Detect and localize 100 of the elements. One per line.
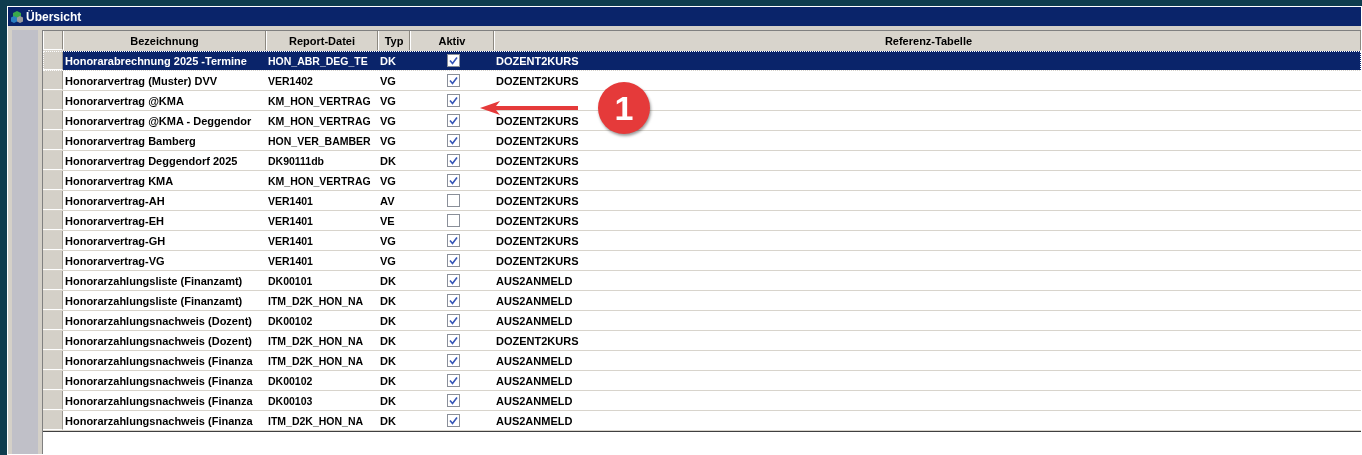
- table-cell: DOZENT2KURS: [496, 114, 579, 127]
- row-selector[interactable]: [43, 211, 63, 230]
- table-cell: Honorarvertrag-GH: [65, 234, 166, 247]
- table-cell: KM_HON_VERTRAG: [268, 94, 371, 107]
- table-cell: Honorarzahlungsnachweis (Finanza: [65, 394, 253, 407]
- checked-checkbox[interactable]: [446, 294, 460, 307]
- row-selector[interactable]: [43, 251, 63, 270]
- table-cell: ITM_D2K_HON_NA: [268, 334, 364, 347]
- table-cell: Honorarzahlungsnachweis (Dozent): [65, 334, 253, 347]
- checked-checkbox[interactable]: [446, 314, 460, 327]
- checked-checkbox[interactable]: [446, 274, 460, 287]
- table-cell: Honorarvertrag-AH: [65, 194, 165, 207]
- checked-checkbox[interactable]: [446, 54, 460, 67]
- row-selector[interactable]: [43, 171, 63, 190]
- table-cell: AUS2ANMELD: [496, 414, 573, 427]
- table-cell: DK: [380, 274, 396, 287]
- checked-checkbox[interactable]: [446, 114, 460, 127]
- checked-checkbox[interactable]: [446, 234, 460, 247]
- table-cell: DK: [380, 394, 396, 407]
- table-cell: ITM_D2K_HON_NA: [268, 414, 364, 427]
- row-selector[interactable]: [43, 371, 63, 390]
- column-header[interactable]: Typ: [378, 31, 410, 50]
- column-header[interactable]: Bezeichnung: [63, 31, 266, 50]
- table-cell: Honorarvertrag Bamberg: [65, 134, 196, 147]
- checked-checkbox[interactable]: [446, 154, 460, 167]
- table-cell: DOZENT2KURS: [496, 214, 579, 227]
- table-cell: DK: [380, 414, 396, 427]
- table-cell: AV: [380, 194, 395, 207]
- checked-checkbox[interactable]: [446, 394, 460, 407]
- table-cell: DOZENT2KURS: [496, 74, 579, 87]
- table-cell: VER1402: [268, 74, 313, 87]
- row-selector[interactable]: [43, 271, 63, 290]
- table-cell: DK90111db: [268, 154, 325, 167]
- table-cell: DOZENT2KURS: [496, 234, 579, 247]
- row-selector[interactable]: [43, 71, 63, 90]
- table-cell: Honorarvertrag KMA: [65, 174, 174, 187]
- table-cell: AUS2ANMELD: [496, 374, 573, 387]
- checked-checkbox[interactable]: [446, 334, 460, 347]
- table-cell: DK00101: [268, 274, 313, 287]
- table-cell: Honorarvertrag-EH: [65, 214, 165, 227]
- table-cell: AUS2ANMELD: [496, 314, 573, 327]
- table-cell: VG: [380, 114, 396, 127]
- column-header[interactable]: Referenz-Tabelle: [494, 31, 1361, 50]
- table-cell: VG: [380, 134, 396, 147]
- table-cell: Honorarvertrag @KMA: [65, 94, 184, 107]
- table-cell: DOZENT2KURS: [496, 154, 579, 167]
- table-cell: VG: [380, 254, 396, 267]
- table-cell: AUS2ANMELD: [496, 394, 573, 407]
- table-cell: DK: [380, 334, 396, 347]
- row-selector[interactable]: [43, 311, 63, 330]
- row-selector[interactable]: [43, 191, 63, 210]
- table-cell: VG: [380, 94, 396, 107]
- table-cell: Honorarzahlungsnachweis (Finanza: [65, 374, 253, 387]
- checked-checkbox[interactable]: [446, 414, 460, 427]
- column-header[interactable]: Report-Datei: [266, 31, 378, 50]
- row-selector[interactable]: [43, 331, 63, 350]
- row-selector[interactable]: [43, 91, 63, 110]
- selected-row[interactable]: Honorarabrechnung 2025 -Termine HON_ABR_DEG_TE DK DOZENT2KURS: [43, 51, 1361, 71]
- table-cell: Honorarvertrag Deggendorf 2025: [65, 154, 238, 167]
- table-cell: DOZENT2KURS: [496, 54, 579, 67]
- checkbox[interactable]: [446, 194, 460, 207]
- row-selector[interactable]: [43, 291, 63, 310]
- checked-checkbox[interactable]: [446, 74, 460, 87]
- table-cell: DOZENT2KURS: [496, 174, 579, 187]
- table-cell: DK00103: [268, 394, 313, 407]
- table-cell: VG: [380, 234, 396, 247]
- table-cell: DK: [380, 154, 396, 167]
- table-cell: AUS2ANMELD: [496, 354, 573, 367]
- table-cell: ITM_D2K_HON_NA: [268, 354, 364, 367]
- row-selector[interactable]: [43, 411, 63, 430]
- row-selector[interactable]: [43, 351, 63, 370]
- checked-checkbox[interactable]: [446, 94, 460, 107]
- row-selector[interactable]: [43, 51, 63, 70]
- row-selector[interactable]: [43, 111, 63, 130]
- checked-checkbox[interactable]: [446, 374, 460, 387]
- row-selector[interactable]: [43, 231, 63, 250]
- row-selector[interactable]: [43, 151, 63, 170]
- table-cell: HON_VER_BAMBER: [268, 134, 371, 147]
- row-selector[interactable]: [43, 131, 63, 150]
- table-cell: DOZENT2KURS: [496, 334, 579, 347]
- checkbox[interactable]: [446, 214, 460, 227]
- table-cell: DK: [380, 294, 396, 307]
- table-cell: DK: [380, 374, 396, 387]
- checked-checkbox[interactable]: [446, 354, 460, 367]
- row-selector[interactable]: [43, 391, 63, 410]
- checked-checkbox[interactable]: [446, 134, 460, 147]
- column-header[interactable]: Aktiv: [410, 31, 494, 50]
- table-cell: Honorarzahlungsnachweis (Finanza: [65, 414, 253, 427]
- table-cell: VER1401: [268, 214, 313, 227]
- table-cell: VG: [380, 174, 396, 187]
- table-cell: DOZENT2KURS: [496, 254, 579, 267]
- table-cell: KM_HON_VERTRAG: [268, 174, 371, 187]
- checked-checkbox[interactable]: [446, 174, 460, 187]
- table-cell: Honorarzahlungsliste (Finanzamt): [65, 274, 243, 287]
- table-cell: Honorarzahlungsnachweis (Finanza: [65, 354, 253, 367]
- table-cell: Honorarabrechnung 2025 -Termine: [65, 54, 247, 67]
- table-cell: DK: [380, 54, 396, 67]
- window-title: Übersicht: [26, 9, 82, 24]
- cubes-icon: [10, 9, 24, 24]
- checked-checkbox[interactable]: [446, 254, 460, 267]
